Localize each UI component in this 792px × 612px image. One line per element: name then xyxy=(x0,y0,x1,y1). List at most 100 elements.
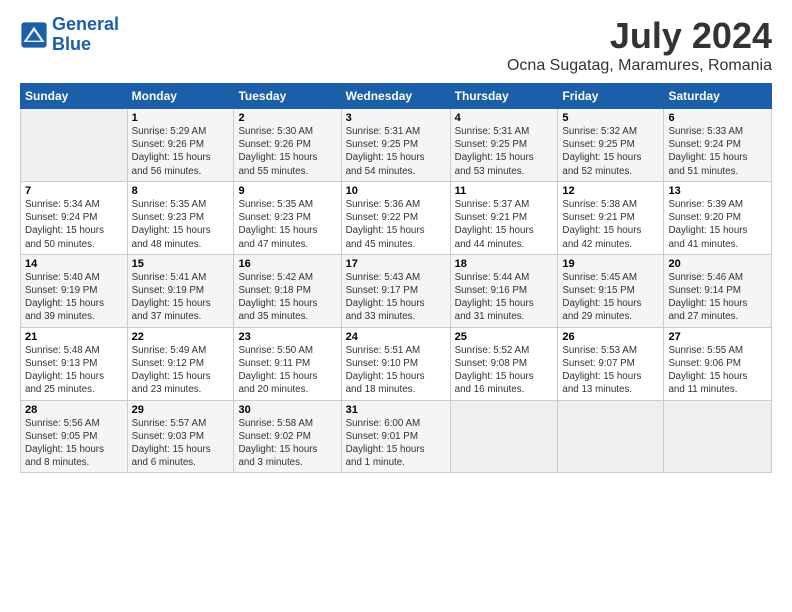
logo-icon xyxy=(20,21,48,49)
day-info: Sunrise: 5:57 AM Sunset: 9:03 PM Dayligh… xyxy=(132,417,230,470)
day-info: Sunrise: 5:37 AM Sunset: 9:21 PM Dayligh… xyxy=(455,198,554,251)
day-cell: 5Sunrise: 5:32 AM Sunset: 9:25 PM Daylig… xyxy=(558,109,664,182)
day-number: 26 xyxy=(562,331,659,343)
day-number: 19 xyxy=(562,258,659,270)
day-cell xyxy=(664,400,772,473)
day-number: 7 xyxy=(25,185,123,197)
day-info: Sunrise: 5:31 AM Sunset: 9:25 PM Dayligh… xyxy=(346,125,446,178)
day-info: Sunrise: 5:58 AM Sunset: 9:02 PM Dayligh… xyxy=(238,417,336,470)
day-info: Sunrise: 5:34 AM Sunset: 9:24 PM Dayligh… xyxy=(25,198,123,251)
day-cell: 8Sunrise: 5:35 AM Sunset: 9:23 PM Daylig… xyxy=(127,181,234,254)
day-cell: 3Sunrise: 5:31 AM Sunset: 9:25 PM Daylig… xyxy=(341,109,450,182)
day-number: 22 xyxy=(132,331,230,343)
day-number: 21 xyxy=(25,331,123,343)
day-info: Sunrise: 5:41 AM Sunset: 9:19 PM Dayligh… xyxy=(132,271,230,324)
day-info: Sunrise: 5:35 AM Sunset: 9:23 PM Dayligh… xyxy=(238,198,336,251)
day-number: 14 xyxy=(25,258,123,270)
logo-line2: Blue xyxy=(52,34,91,54)
day-cell: 22Sunrise: 5:49 AM Sunset: 9:12 PM Dayli… xyxy=(127,327,234,400)
day-info: Sunrise: 5:43 AM Sunset: 9:17 PM Dayligh… xyxy=(346,271,446,324)
header-saturday: Saturday xyxy=(664,84,772,109)
day-cell: 30Sunrise: 5:58 AM Sunset: 9:02 PM Dayli… xyxy=(234,400,341,473)
header-row: SundayMondayTuesdayWednesdayThursdayFrid… xyxy=(21,84,772,109)
day-cell: 29Sunrise: 5:57 AM Sunset: 9:03 PM Dayli… xyxy=(127,400,234,473)
day-info: Sunrise: 5:52 AM Sunset: 9:08 PM Dayligh… xyxy=(455,344,554,397)
day-cell xyxy=(21,109,128,182)
day-number: 10 xyxy=(346,185,446,197)
day-info: Sunrise: 5:56 AM Sunset: 9:05 PM Dayligh… xyxy=(25,417,123,470)
day-cell: 16Sunrise: 5:42 AM Sunset: 9:18 PM Dayli… xyxy=(234,254,341,327)
day-cell: 9Sunrise: 5:35 AM Sunset: 9:23 PM Daylig… xyxy=(234,181,341,254)
day-number: 24 xyxy=(346,331,446,343)
day-number: 17 xyxy=(346,258,446,270)
day-number: 23 xyxy=(238,331,336,343)
header-sunday: Sunday xyxy=(21,84,128,109)
day-cell: 31Sunrise: 6:00 AM Sunset: 9:01 PM Dayli… xyxy=(341,400,450,473)
logo-line1: General xyxy=(52,14,119,34)
header-tuesday: Tuesday xyxy=(234,84,341,109)
day-cell: 14Sunrise: 5:40 AM Sunset: 9:19 PM Dayli… xyxy=(21,254,128,327)
week-row-3: 14Sunrise: 5:40 AM Sunset: 9:19 PM Dayli… xyxy=(21,254,772,327)
day-cell: 27Sunrise: 5:55 AM Sunset: 9:06 PM Dayli… xyxy=(664,327,772,400)
day-cell: 1Sunrise: 5:29 AM Sunset: 9:26 PM Daylig… xyxy=(127,109,234,182)
day-info: Sunrise: 5:35 AM Sunset: 9:23 PM Dayligh… xyxy=(132,198,230,251)
week-row-2: 7Sunrise: 5:34 AM Sunset: 9:24 PM Daylig… xyxy=(21,181,772,254)
header-thursday: Thursday xyxy=(450,84,558,109)
day-info: Sunrise: 5:50 AM Sunset: 9:11 PM Dayligh… xyxy=(238,344,336,397)
day-info: Sunrise: 5:44 AM Sunset: 9:16 PM Dayligh… xyxy=(455,271,554,324)
day-info: Sunrise: 5:32 AM Sunset: 9:25 PM Dayligh… xyxy=(562,125,659,178)
week-row-5: 28Sunrise: 5:56 AM Sunset: 9:05 PM Dayli… xyxy=(21,400,772,473)
day-cell: 11Sunrise: 5:37 AM Sunset: 9:21 PM Dayli… xyxy=(450,181,558,254)
day-cell: 2Sunrise: 5:30 AM Sunset: 9:26 PM Daylig… xyxy=(234,109,341,182)
day-cell: 28Sunrise: 5:56 AM Sunset: 9:05 PM Dayli… xyxy=(21,400,128,473)
day-number: 13 xyxy=(668,185,767,197)
day-cell: 12Sunrise: 5:38 AM Sunset: 9:21 PM Dayli… xyxy=(558,181,664,254)
day-number: 18 xyxy=(455,258,554,270)
day-info: Sunrise: 5:30 AM Sunset: 9:26 PM Dayligh… xyxy=(238,125,336,178)
day-cell: 23Sunrise: 5:50 AM Sunset: 9:11 PM Dayli… xyxy=(234,327,341,400)
day-number: 9 xyxy=(238,185,336,197)
day-info: Sunrise: 5:40 AM Sunset: 9:19 PM Dayligh… xyxy=(25,271,123,324)
day-cell: 7Sunrise: 5:34 AM Sunset: 9:24 PM Daylig… xyxy=(21,181,128,254)
header-monday: Monday xyxy=(127,84,234,109)
day-number: 4 xyxy=(455,112,554,124)
day-number: 12 xyxy=(562,185,659,197)
day-info: Sunrise: 5:55 AM Sunset: 9:06 PM Dayligh… xyxy=(668,344,767,397)
day-number: 16 xyxy=(238,258,336,270)
day-cell: 18Sunrise: 5:44 AM Sunset: 9:16 PM Dayli… xyxy=(450,254,558,327)
week-row-1: 1Sunrise: 5:29 AM Sunset: 9:26 PM Daylig… xyxy=(21,109,772,182)
week-row-4: 21Sunrise: 5:48 AM Sunset: 9:13 PM Dayli… xyxy=(21,327,772,400)
day-number: 3 xyxy=(346,112,446,124)
day-number: 25 xyxy=(455,331,554,343)
day-info: Sunrise: 5:48 AM Sunset: 9:13 PM Dayligh… xyxy=(25,344,123,397)
day-info: Sunrise: 5:51 AM Sunset: 9:10 PM Dayligh… xyxy=(346,344,446,397)
day-cell xyxy=(558,400,664,473)
day-cell: 6Sunrise: 5:33 AM Sunset: 9:24 PM Daylig… xyxy=(664,109,772,182)
day-number: 6 xyxy=(668,112,767,124)
day-number: 8 xyxy=(132,185,230,197)
header-wednesday: Wednesday xyxy=(341,84,450,109)
header: General Blue July 2024 Ocna Sugatag, Mar… xyxy=(20,15,772,75)
day-cell: 26Sunrise: 5:53 AM Sunset: 9:07 PM Dayli… xyxy=(558,327,664,400)
day-number: 5 xyxy=(562,112,659,124)
day-number: 11 xyxy=(455,185,554,197)
day-info: Sunrise: 5:39 AM Sunset: 9:20 PM Dayligh… xyxy=(668,198,767,251)
day-cell: 4Sunrise: 5:31 AM Sunset: 9:25 PM Daylig… xyxy=(450,109,558,182)
day-number: 20 xyxy=(668,258,767,270)
day-info: Sunrise: 5:53 AM Sunset: 9:07 PM Dayligh… xyxy=(562,344,659,397)
day-number: 28 xyxy=(25,404,123,416)
day-cell: 20Sunrise: 5:46 AM Sunset: 9:14 PM Dayli… xyxy=(664,254,772,327)
day-info: Sunrise: 5:46 AM Sunset: 9:14 PM Dayligh… xyxy=(668,271,767,324)
title-block: July 2024 Ocna Sugatag, Maramures, Roman… xyxy=(507,15,772,75)
day-cell: 13Sunrise: 5:39 AM Sunset: 9:20 PM Dayli… xyxy=(664,181,772,254)
day-info: Sunrise: 5:38 AM Sunset: 9:21 PM Dayligh… xyxy=(562,198,659,251)
logo-text: General Blue xyxy=(52,15,119,55)
page: General Blue July 2024 Ocna Sugatag, Mar… xyxy=(0,0,792,483)
day-cell: 25Sunrise: 5:52 AM Sunset: 9:08 PM Dayli… xyxy=(450,327,558,400)
day-cell: 21Sunrise: 5:48 AM Sunset: 9:13 PM Dayli… xyxy=(21,327,128,400)
main-title: July 2024 xyxy=(507,15,772,57)
day-cell: 17Sunrise: 5:43 AM Sunset: 9:17 PM Dayli… xyxy=(341,254,450,327)
day-number: 30 xyxy=(238,404,336,416)
subtitle: Ocna Sugatag, Maramures, Romania xyxy=(507,57,772,75)
day-number: 1 xyxy=(132,112,230,124)
